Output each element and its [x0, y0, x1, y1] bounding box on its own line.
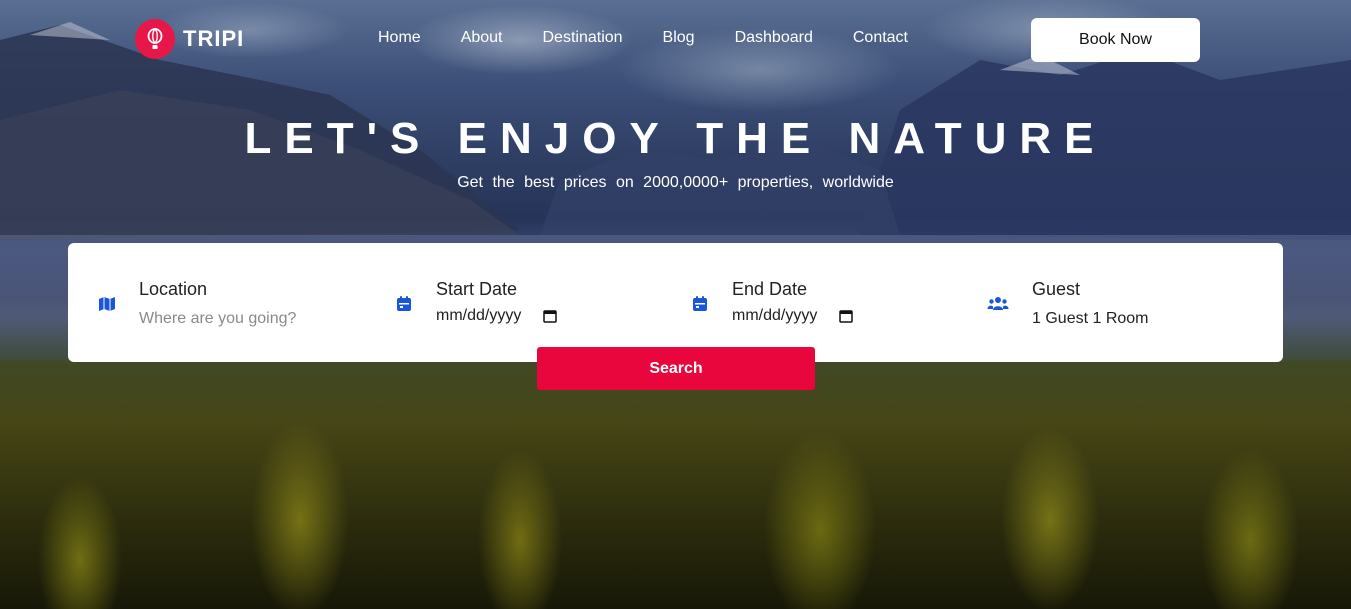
- site-header: TRIPI Home About Destination Blog Dashbo…: [0, 0, 1351, 80]
- end-date-field[interactable]: End Date mm/dd/yyyy: [691, 243, 971, 362]
- search-card: Location Where are you going? Start Date…: [68, 243, 1283, 362]
- location-input[interactable]: Where are you going?: [139, 310, 296, 328]
- nav-contact[interactable]: Contact: [853, 29, 908, 47]
- location-field[interactable]: Location Where are you going?: [98, 243, 378, 362]
- brand-logo[interactable]: TRIPI: [135, 19, 244, 59]
- start-date-value: mm/dd/yyyy: [436, 307, 522, 324]
- nav-dashboard[interactable]: Dashboard: [735, 29, 813, 47]
- nav-blog[interactable]: Blog: [663, 29, 695, 47]
- location-label: Location: [139, 279, 208, 299]
- users-icon: [987, 297, 1009, 310]
- calendar-icon: [693, 296, 707, 311]
- nav-about[interactable]: About: [461, 29, 503, 47]
- end-date-label: End Date: [732, 279, 808, 299]
- end-date-value: mm/dd/yyyy: [732, 307, 818, 324]
- guest-value[interactable]: 1 Guest 1 Room: [1032, 310, 1149, 328]
- search-button[interactable]: Search: [537, 347, 815, 390]
- end-date-input[interactable]: mm/dd/yyyy: [732, 307, 854, 325]
- main-nav: Home About Destination Blog Dashboard Co…: [358, 29, 928, 47]
- nav-home[interactable]: Home: [378, 29, 421, 47]
- guest-label: Guest: [1032, 279, 1081, 299]
- hero-title: LET'S ENJOY THE NATURE: [244, 114, 1107, 163]
- book-now-button[interactable]: Book Now: [1031, 18, 1200, 62]
- map-icon: [99, 297, 115, 311]
- calendar-icon: [397, 296, 411, 311]
- hot-air-balloon-icon: [135, 19, 175, 59]
- hero-subtitle: Get the best prices on 2000,0000+ proper…: [457, 174, 894, 191]
- forest: [0, 360, 1351, 609]
- brand-name: TRIPI: [183, 26, 245, 51]
- nav-destination[interactable]: Destination: [543, 29, 623, 47]
- start-date-label: Start Date: [436, 279, 518, 299]
- start-date-field[interactable]: Start Date mm/dd/yyyy: [395, 243, 675, 362]
- calendar-picker-icon[interactable]: [543, 309, 558, 323]
- start-date-input[interactable]: mm/dd/yyyy: [436, 307, 558, 325]
- calendar-picker-icon[interactable]: [839, 309, 854, 323]
- guest-field[interactable]: Guest 1 Guest 1 Room: [987, 243, 1267, 362]
